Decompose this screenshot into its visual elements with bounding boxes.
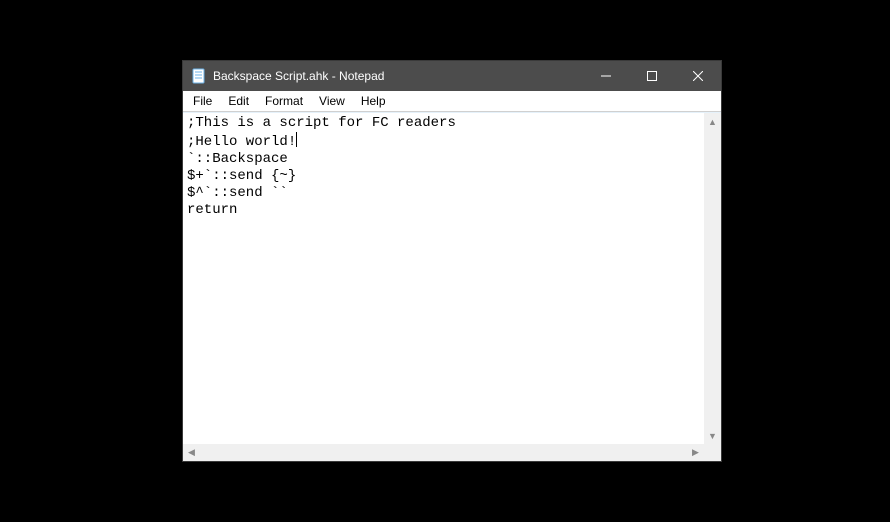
close-button[interactable] [675, 61, 721, 91]
editor-area: ;This is a script for FC readers ;Hello … [183, 112, 721, 461]
horizontal-scrollbar[interactable]: ◀ ▶ [183, 444, 704, 461]
notepad-window: Backspace Script.ahk - Notepad File Edit… [182, 60, 722, 462]
menu-view[interactable]: View [311, 93, 353, 109]
scroll-up-icon[interactable]: ▲ [704, 113, 721, 130]
editor-line: return [187, 202, 237, 218]
notepad-icon [191, 68, 207, 84]
editor-line: $+`::send {~} [187, 168, 296, 184]
text-editor[interactable]: ;This is a script for FC readers ;Hello … [183, 113, 721, 461]
maximize-button[interactable] [629, 61, 675, 91]
editor-line: `::Backspace [187, 151, 288, 167]
text-caret [296, 132, 297, 147]
menu-edit[interactable]: Edit [220, 93, 257, 109]
scroll-right-icon[interactable]: ▶ [687, 444, 704, 461]
editor-line: ;This is a script for FC readers [187, 115, 456, 131]
editor-line: $^`::send `` [187, 185, 288, 201]
menu-format[interactable]: Format [257, 93, 311, 109]
scroll-down-icon[interactable]: ▼ [704, 427, 721, 444]
menubar: File Edit Format View Help [183, 91, 721, 112]
scroll-corner [704, 444, 721, 461]
minimize-button[interactable] [583, 61, 629, 91]
scroll-left-icon[interactable]: ◀ [183, 444, 200, 461]
menu-help[interactable]: Help [353, 93, 394, 109]
window-title: Backspace Script.ahk - Notepad [213, 69, 384, 83]
vertical-scrollbar[interactable]: ▲ ▼ [704, 113, 721, 444]
titlebar[interactable]: Backspace Script.ahk - Notepad [183, 61, 721, 91]
editor-line: ;Hello world! [187, 134, 296, 150]
menu-file[interactable]: File [185, 93, 220, 109]
